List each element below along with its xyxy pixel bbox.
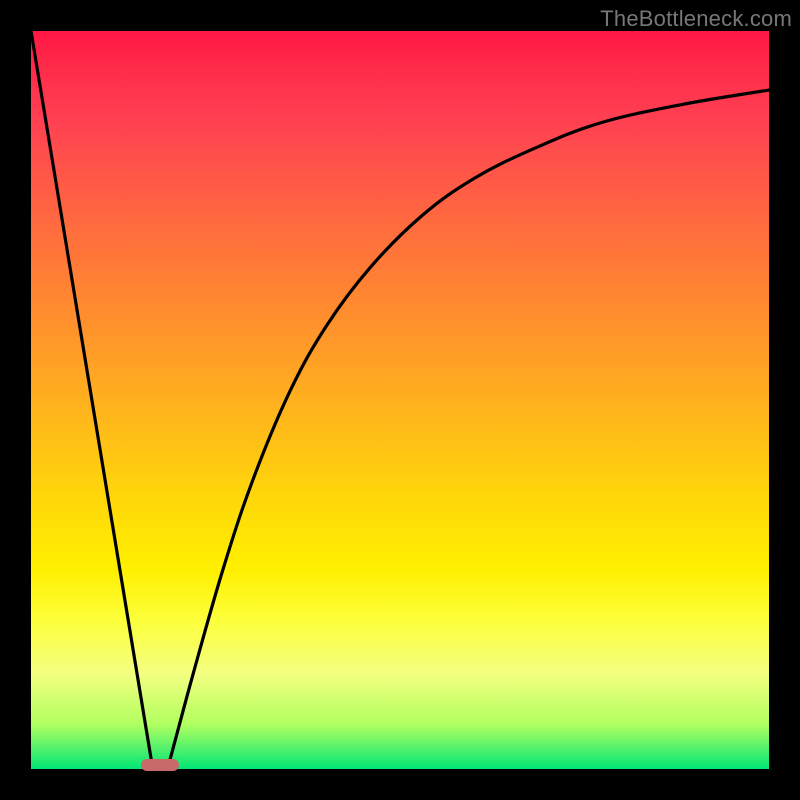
curve-layer [31,31,769,769]
plot-area [31,31,769,769]
chart-frame: TheBottleneck.com [0,0,800,800]
watermark-text: TheBottleneck.com [600,6,792,32]
right-curve-path [168,90,769,769]
bottleneck-marker [141,759,179,771]
left-line-path [31,31,153,769]
